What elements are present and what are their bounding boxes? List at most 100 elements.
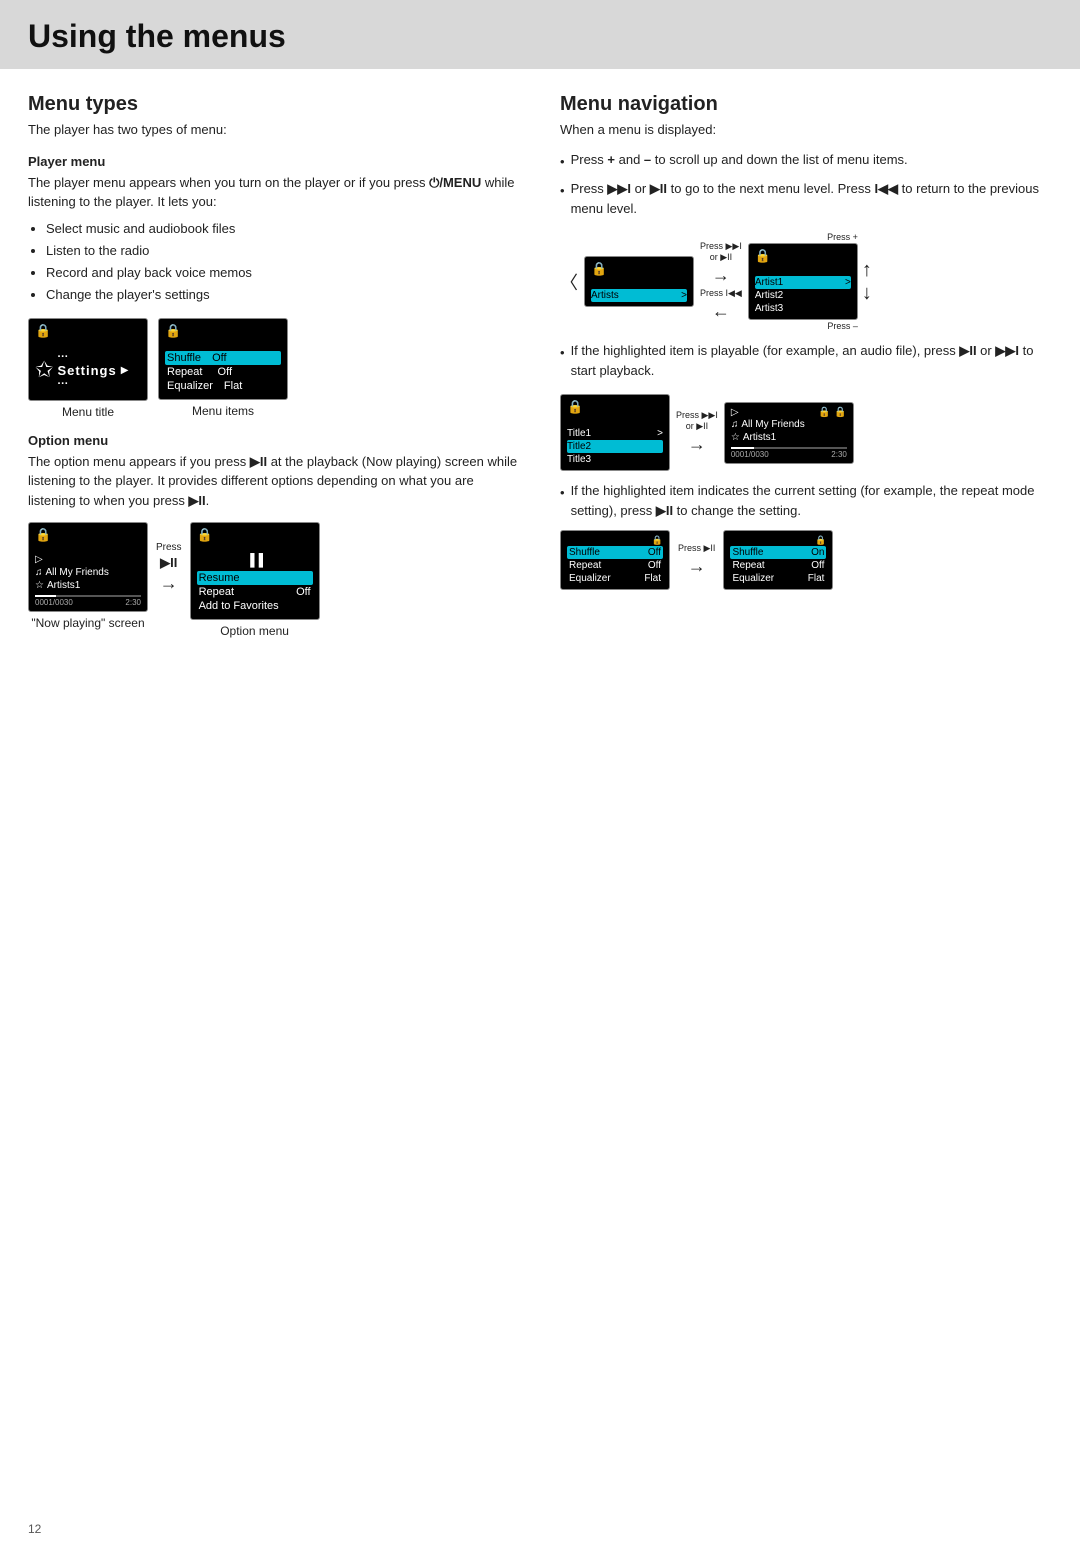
np-title: All My Friends: [46, 567, 109, 578]
option-menu-label: Option menu: [28, 433, 520, 448]
artist3-row: Artist3: [755, 302, 851, 315]
eq-equalizer-value-2: Flat: [808, 573, 825, 584]
eq-diagram: 🔒 Shuffle Off Repeat Off Equalizer Flat …: [560, 530, 1052, 590]
press-forward-label: Press ▶▶Ior ▶II: [700, 241, 742, 263]
share-icon: 🔒: [834, 407, 846, 418]
left-nav-icon: 〈: [560, 269, 578, 295]
music-icon: ♫: [35, 567, 43, 578]
progress-bar-2: [731, 447, 847, 449]
lock-icon-3: 🔒: [35, 527, 51, 542]
np2-title: ♫ All My Friends: [731, 418, 847, 431]
artist1-row: Artist1 >: [755, 276, 851, 289]
bullet-dot-1: •: [560, 152, 565, 172]
up-down-arrows: ↑ ↓: [862, 259, 872, 305]
title3-row: Title3: [567, 453, 663, 466]
np2-time: 0001/0030 2:30: [731, 450, 847, 459]
list-item: Record and play back voice memos: [46, 262, 520, 284]
lock-icon-7: 🔒: [567, 399, 583, 414]
np2-header: ▷ 🔒 🔒: [731, 407, 847, 418]
bullet-dot-3: •: [560, 343, 565, 380]
repeat-value: Off: [218, 366, 232, 378]
repeat-label: Repeat: [167, 366, 202, 378]
title3-label: Title3: [567, 454, 591, 465]
nav-arrows: →: [712, 265, 730, 286]
press-minus-label: Press –: [748, 321, 858, 331]
down-arrow-icon: ↓: [862, 282, 872, 305]
bullet-dot-4: •: [560, 483, 565, 520]
pause-icon: ▐▐: [197, 553, 313, 567]
nav-bullet-3: • If the highlighted item is playable (f…: [560, 341, 1052, 380]
menu-title-label: Menu title: [62, 405, 114, 419]
eq-repeat-row-2: Repeat Off: [730, 559, 826, 572]
title1-row: Title1 >: [567, 427, 663, 440]
settings-dots-before: ···: [57, 351, 116, 363]
resume-row: Resume: [197, 571, 313, 585]
artists-list-wrap: Press + 🔒 Artist1 > Artist2: [748, 232, 858, 331]
eq-shuffle-value-2: On: [811, 547, 824, 558]
equalizer-label: Equalizer: [167, 380, 213, 392]
eq-press-section: Press ▶II →: [678, 543, 715, 577]
page-header: Using the menus: [0, 0, 1080, 69]
artists-arrow: >: [681, 290, 687, 301]
titles-screen: 🔒 Title1 > Title2 Title3: [560, 394, 670, 471]
lock-icon: 🔒: [35, 323, 51, 338]
settings-title: Settings: [57, 363, 116, 378]
np2-artist: ☆ Artists1: [731, 431, 847, 444]
press-back-label: Press I◀◀: [700, 288, 742, 299]
lock-icon-4: 🔒: [197, 527, 213, 542]
np2-artist-text: Artists1: [743, 432, 776, 443]
now-playing-screen: 🔒 ▷ ♫ All My Friends ☆ Artists1: [28, 522, 148, 612]
repeat-value-2: Off: [296, 586, 310, 598]
repeat-row: Repeat Off: [165, 365, 281, 379]
now-playing-label: "Now playing" screen: [31, 616, 144, 630]
np2-time-end: 2:30: [831, 450, 847, 459]
settings-screen-wrap: 🔒 ✩ ··· Settings ··· ▶ Menu: [28, 318, 148, 419]
artist3-label: Artist3: [755, 303, 783, 314]
progress-fill-2: [731, 447, 754, 449]
shuffle-value: Off: [212, 352, 226, 364]
nav-diagram-2: 🔒 Title1 > Title2 Title3: [560, 394, 1052, 471]
menu-items-screen-wrap: 🔒 Shuffle Off Repeat Off Equalizer Flat: [158, 318, 288, 418]
bullet-text-4: If the highlighted item indicates the cu…: [571, 481, 1052, 520]
now-playing-screen-2: ▷ 🔒 🔒 ♫ All My Friends ☆ Artists1: [724, 402, 854, 464]
np-artist: Artists1: [47, 580, 80, 591]
title1-label: Title1: [567, 428, 591, 439]
list-item: Select music and audiobook files: [46, 218, 520, 240]
right-arrow-2-icon: →: [712, 265, 730, 286]
option-menu-screen-wrap: 🔒 ▐▐ Resume Repeat Off Add to Favorites …: [190, 522, 320, 638]
play-arrow-icon: ▶: [121, 365, 129, 376]
eq-repeat-label: Repeat: [569, 560, 601, 571]
eq-equalizer-label-2: Equalizer: [732, 573, 774, 584]
artists-list-section: Press + 🔒 Artist1 > Artist2: [748, 232, 872, 331]
repeat-row-2: Repeat Off: [197, 585, 313, 599]
lock-icon-8: 🔒: [818, 407, 830, 418]
player-menu-list: Select music and audiobook files Listen …: [46, 218, 520, 306]
menu-items-label: Menu items: [192, 404, 254, 418]
np-row-artist: ☆ Artists1: [35, 579, 141, 592]
np2-icons: 🔒 🔒: [818, 407, 847, 418]
right-arrow-icon: →: [160, 573, 178, 594]
option-menu-screen: 🔒 ▐▐ Resume Repeat Off Add to Favorites: [190, 522, 320, 620]
eq-lock-1: 🔒: [567, 535, 663, 546]
eq-repeat-row: Repeat Off: [567, 559, 663, 572]
bullet-4: • If the highlighted item indicates the …: [560, 481, 1052, 520]
left-column: Menu types The player has two types of m…: [28, 93, 520, 642]
artists-row: Artists >: [591, 289, 687, 302]
lock-icon-2: 🔒: [165, 323, 181, 338]
bullet-text-2: Press ▶▶I or ▶II to go to the next menu …: [571, 179, 1052, 218]
bullet-3: • If the highlighted item is playable (f…: [560, 341, 1052, 380]
bullet-text-1: Press + and – to scroll up and down the …: [571, 150, 908, 172]
eq-repeat-label-2: Repeat: [732, 560, 764, 571]
artist1-label: Artist1: [755, 277, 783, 288]
np2-title-text: All My Friends: [741, 419, 804, 430]
music-icon-2: ♫: [731, 419, 739, 430]
right-arrow-3-icon: →: [688, 434, 706, 455]
eq-shuffle-row-2: Shuffle On: [730, 546, 826, 559]
titles-screen-wrap: 🔒 Title1 > Title2 Title3: [560, 394, 670, 471]
progress-bar: [35, 595, 141, 597]
np-time: 0001/0030 2:30: [35, 598, 141, 607]
press-symbol: ▶II: [160, 555, 177, 571]
eq-equalizer-value: Flat: [644, 573, 661, 584]
add-favorites-row: Add to Favorites: [197, 599, 313, 613]
title1-arrow: >: [657, 428, 663, 439]
